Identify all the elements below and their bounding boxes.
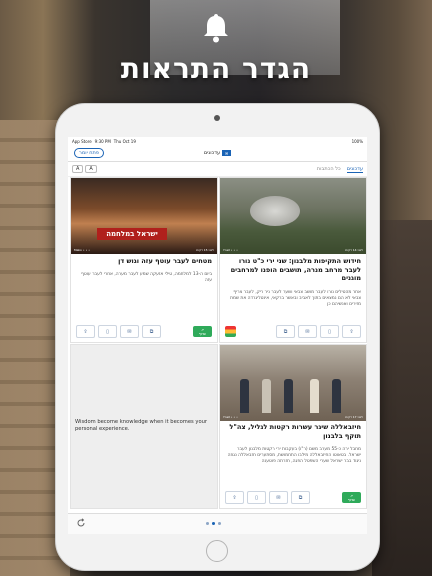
quote-card: Wisdom become knowledge when it becomes …	[70, 344, 218, 509]
phone-icon[interactable]: ▯	[98, 325, 117, 338]
time-ago-label: לפני 15 דקות	[196, 248, 214, 252]
font-size-controls: A A	[72, 165, 97, 173]
person-shape	[310, 379, 319, 413]
image-meta: Ynet • • • לפני 14 דקות	[223, 248, 363, 252]
logo-text: עדכונים	[203, 150, 221, 156]
copy-icon[interactable]: ⧉	[291, 491, 310, 504]
time-label: 9:30 PM	[94, 138, 111, 144]
camera-dot	[214, 115, 220, 121]
app-screen: App Store 9:30 PM Thu Oct 19 100% פתח יו…	[68, 137, 367, 534]
card-actions: ⇪ ▯ ✉ ⧉ ↗ שתף	[225, 491, 361, 504]
news-card[interactable]: Ynet • • • לפני 14 דקות חידוש התקיפות מל…	[219, 177, 367, 343]
war-banner: ישראל במלחמה	[97, 228, 167, 240]
tabs: כל הכתבות עדכונים	[317, 166, 363, 173]
person-shape	[284, 379, 293, 413]
tab-bar: A A כל הכתבות עדכונים	[68, 162, 367, 177]
wisdom-quote: Wisdom become knowledge when it becomes …	[75, 419, 208, 432]
page-dot-active[interactable]	[212, 522, 215, 525]
tablet-frame: App Store 9:30 PM Thu Oct 19 100% פתח יו…	[55, 103, 380, 571]
status-bar: App Store 9:30 PM Thu Oct 19 100%	[68, 137, 367, 145]
card-actions: ⧉ ✉ ▯ ⇪	[225, 325, 361, 338]
source-label: Ynet • • •	[223, 415, 238, 419]
copy-icon[interactable]: ⧉	[276, 325, 295, 338]
phone-icon[interactable]: ▯	[247, 491, 266, 504]
copy-icon[interactable]: ⧉	[142, 325, 161, 338]
news-image: Ynet • • • לפני 14 דקות	[220, 178, 366, 254]
comment-icon[interactable]: ✉	[120, 325, 139, 338]
tab-updates[interactable]: עדכונים	[346, 166, 363, 173]
news-title[interactable]: מטחים לעבר עוטף עזה וגוש דן	[76, 257, 212, 266]
nav-bar: פתח יומר עדכונים ✉	[68, 145, 367, 162]
news-summary: מחבל ירה כ-55 מערב משם (ר"ו) בעקבות ירי …	[227, 447, 361, 464]
person-shape	[262, 379, 271, 413]
refresh-icon[interactable]	[76, 518, 86, 528]
news-title[interactable]: חידוש התקיפות מלבנון: שני ירי כ"ט נורו ל…	[225, 257, 361, 283]
share-button[interactable]: ↗ שתף	[342, 492, 361, 503]
source-label: Ynet • • •	[223, 248, 238, 252]
bottom-bar	[68, 513, 367, 534]
rainbow-flag-icon[interactable]	[225, 326, 236, 337]
date-label: Thu Oct 19	[113, 138, 136, 144]
news-grid: Ynet • • • לפני 14 דקות חידוש התקיפות מל…	[70, 177, 367, 509]
comment-icon[interactable]: ✉	[298, 325, 317, 338]
person-shape	[240, 379, 249, 413]
page-dot[interactable]	[218, 522, 221, 525]
page-indicator[interactable]	[206, 522, 221, 525]
carrier-label: App Store	[72, 138, 92, 144]
share-out-icon[interactable]: ⇪	[342, 325, 361, 338]
smoke-shape	[250, 196, 300, 226]
bell-icon	[204, 14, 228, 43]
home-button[interactable]	[206, 540, 228, 562]
share-label: שתף	[198, 331, 207, 336]
tab-all-articles[interactable]: כל הכתבות	[317, 166, 341, 173]
news-card[interactable]: ישראל במלחמה Mako • • • לפני 15 דקות מטח…	[70, 177, 218, 343]
font-large-button[interactable]: A	[72, 165, 84, 173]
time-ago-label: לפני 14 דקות	[345, 248, 363, 252]
page-dot[interactable]	[206, 522, 209, 525]
logo-mark-icon: ✉	[222, 150, 232, 156]
news-card[interactable]: Ynet • • • לפני 17 דקות חיזבאללה שיגר עש…	[219, 344, 367, 509]
battery-label: 100%	[351, 138, 363, 144]
background-market	[372, 220, 432, 576]
share-out-icon[interactable]: ⇪	[76, 325, 95, 338]
image-meta: Ynet • • • לפני 17 דקות	[223, 415, 363, 419]
alerts-button[interactable]: פתח יומר	[74, 148, 104, 158]
person-shape	[332, 379, 341, 413]
news-image: Ynet • • • לפני 17 דקות	[220, 345, 366, 421]
source-label: Mako • • •	[74, 248, 91, 252]
share-label: שתף	[347, 497, 356, 502]
share-out-icon[interactable]: ⇪	[225, 491, 244, 504]
phone-icon[interactable]: ▯	[320, 325, 339, 338]
news-title[interactable]: חיזבאללה שיגר עשרות רקטות לגליל, צה"ל תו…	[225, 423, 361, 440]
news-image: ישראל במלחמה Mako • • • לפני 15 דקות	[71, 178, 217, 254]
news-summary: אחר מהטילים נורו לעבר מושב צבאי ושער לעב…	[230, 290, 361, 307]
image-meta: Mako • • • לפני 15 דקות	[74, 248, 214, 252]
share-button[interactable]: ↗ שתף	[193, 326, 212, 337]
news-summary: ביום ה-13 למלחמה, טילי אזעקה שמע לעבר מע…	[81, 272, 212, 283]
time-ago-label: לפני 17 דקות	[345, 415, 363, 419]
app-logo: עדכונים ✉	[203, 150, 232, 156]
comment-icon[interactable]: ✉	[269, 491, 288, 504]
card-actions: ⇪ ▯ ✉ ⧉ ↗ שתף	[76, 325, 212, 338]
promo-headline: הגדר התראות	[120, 52, 312, 85]
font-small-button[interactable]: A	[85, 165, 97, 173]
